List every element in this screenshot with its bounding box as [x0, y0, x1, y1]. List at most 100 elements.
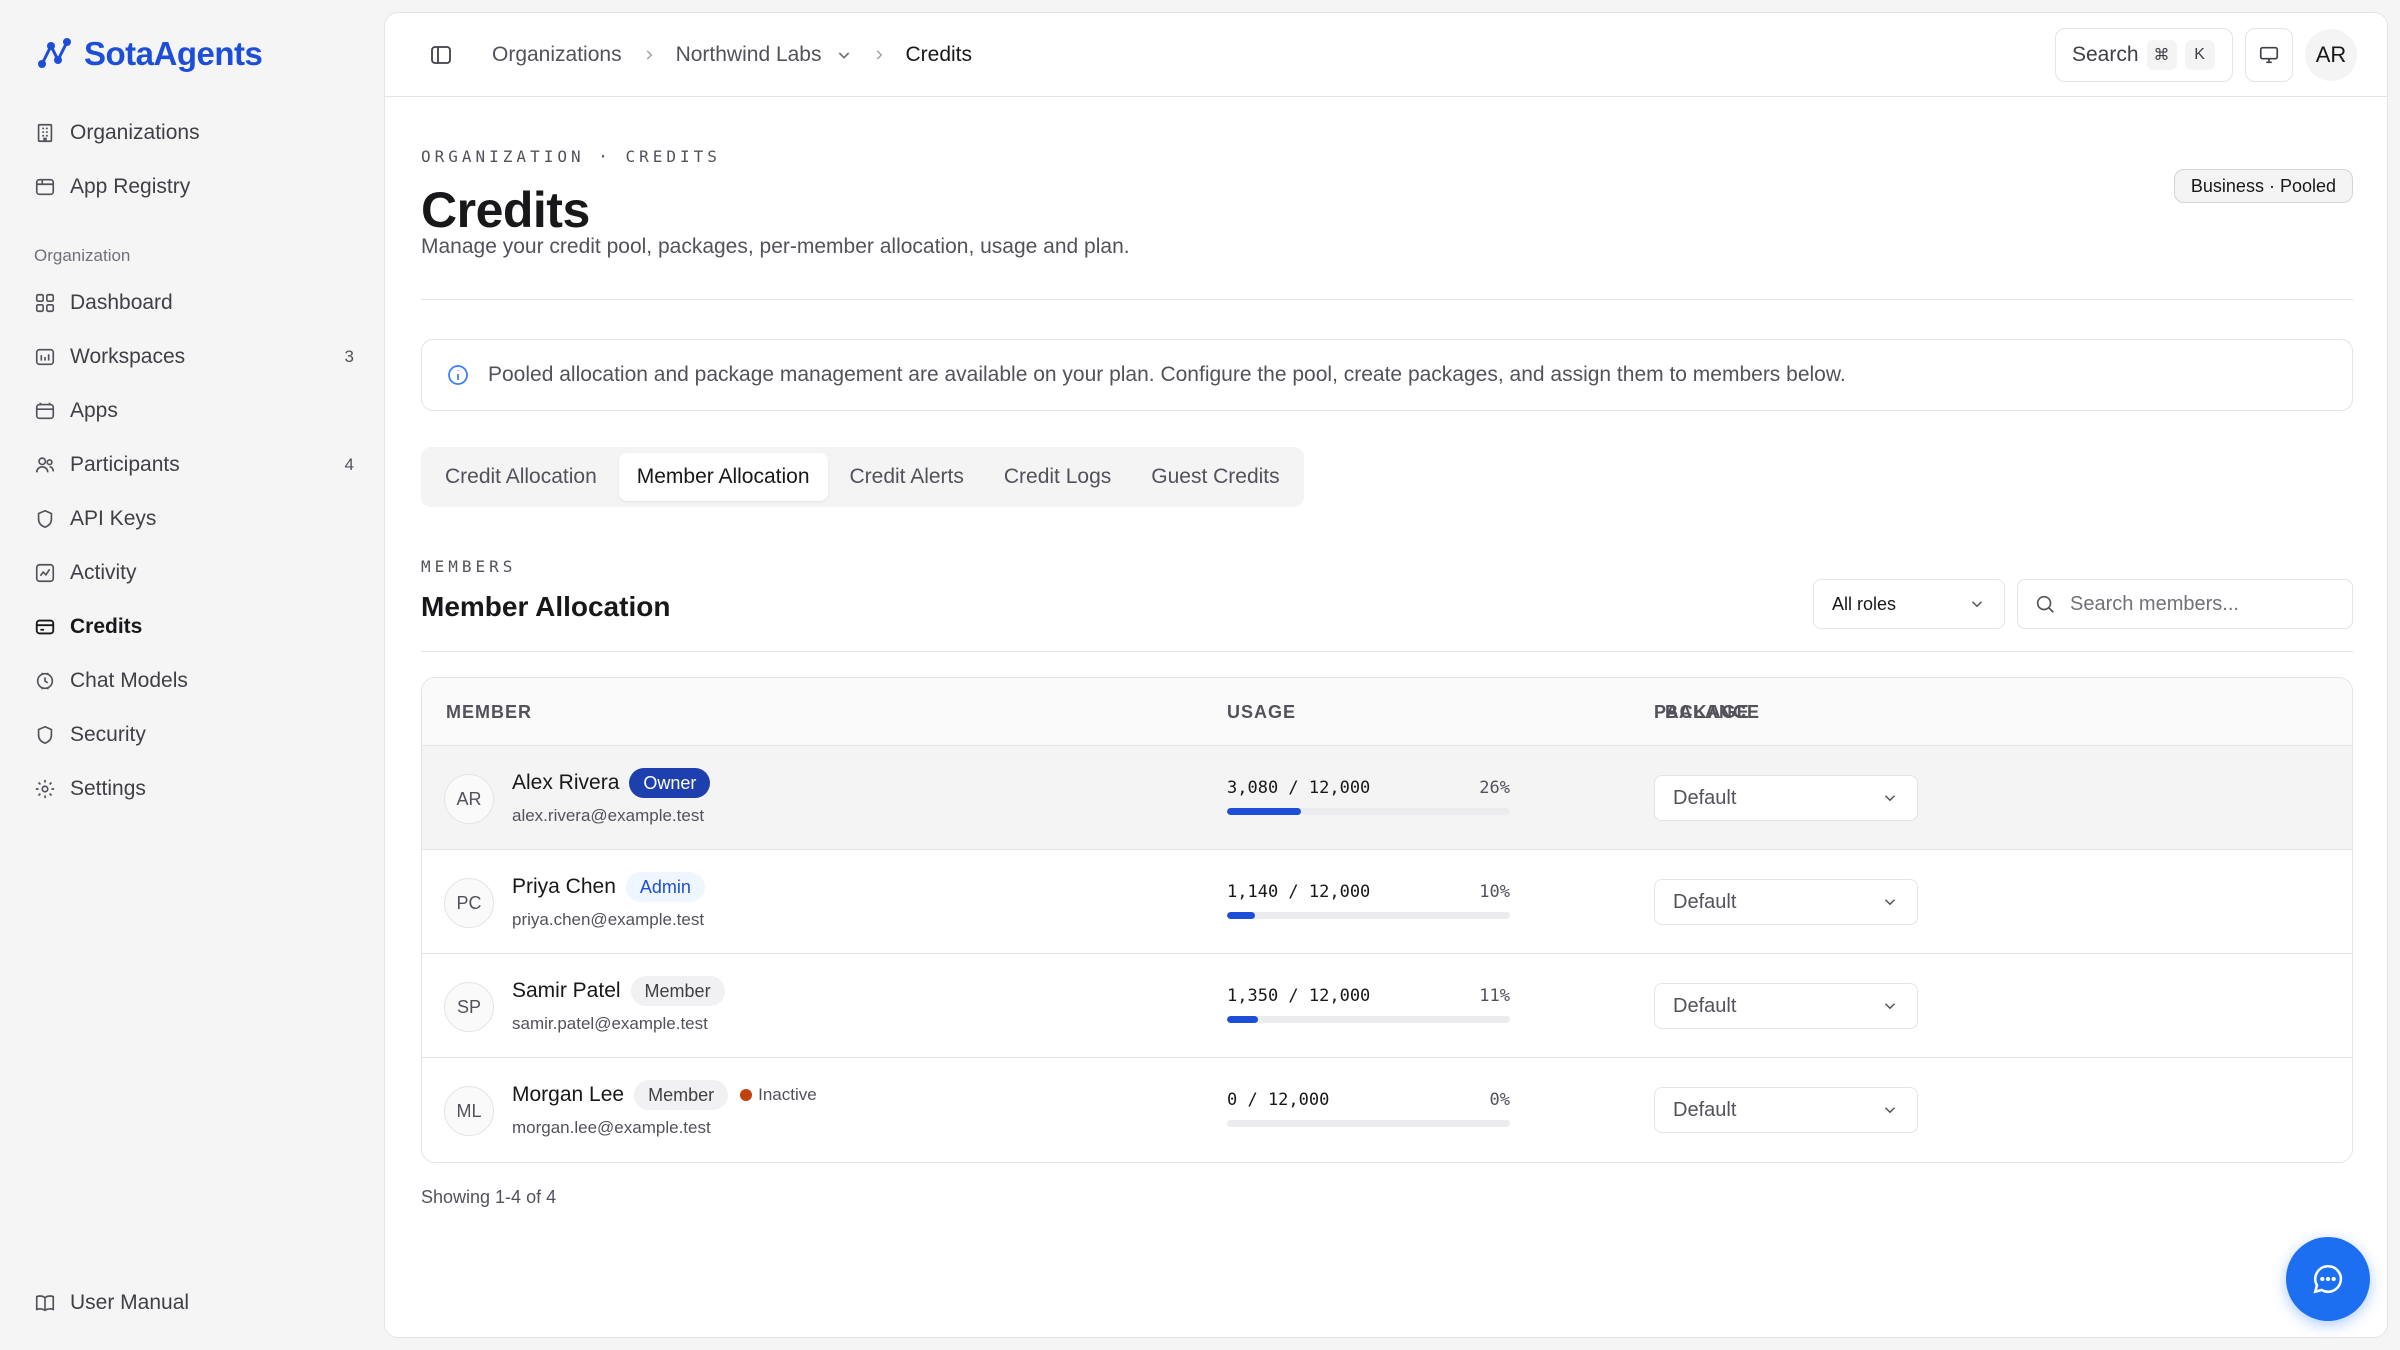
divider [421, 299, 2353, 300]
topbar: Organizations Northwind Labs Credits Sea… [385, 13, 2387, 97]
sidebar-item-label: Organizations [70, 121, 200, 144]
sidebar-item-label: Security [70, 723, 146, 746]
usage-percent: 11% [1479, 986, 1510, 1006]
activity-icon [35, 563, 55, 583]
table-body: AR Alex Rivera Owner alex.rivera@example… [422, 746, 2352, 1162]
member-name: Alex Rivera [512, 771, 620, 794]
chevron-right-icon [646, 50, 652, 60]
tab-credit-logs[interactable]: Credit Logs [986, 453, 1129, 501]
usage-bar-fill [1227, 808, 1301, 815]
sidebar-item-dashboard[interactable]: Dashboard [34, 276, 354, 330]
sidebar-item-label: API Keys [70, 507, 157, 530]
brand-name: SotaAgents [84, 35, 263, 72]
table-row[interactable]: AR Alex Rivera Owner alex.rivera@example… [422, 746, 2352, 850]
search-placeholder: Search members... [2070, 592, 2239, 615]
role-badge: Owner [629, 768, 711, 798]
member-email: alex.rivera@example.test [512, 806, 705, 825]
building-icon [37, 123, 53, 143]
sidebar-item-label: Dashboard [70, 291, 173, 314]
usage-percent: 26% [1479, 778, 1510, 798]
section-eyebrow: MEMBERS [421, 557, 517, 576]
sidebar-item-credits[interactable]: Credits [34, 600, 354, 654]
role-badge: Member [630, 976, 725, 1006]
package-value: Default [1673, 786, 1737, 809]
header-usage: USAGE [1227, 701, 1297, 722]
sidebar-item-label: App Registry [70, 175, 191, 198]
usage-bar [1227, 1120, 1510, 1127]
chat-icon [2313, 1264, 2343, 1294]
sidebar-item-activity[interactable]: Activity [34, 546, 354, 600]
plan-badge: Business · Pooled [2173, 169, 2353, 203]
sidebar-item-security[interactable]: Security [34, 708, 354, 762]
member-name-line: Alex Rivera Owner [512, 768, 711, 798]
sidebar-item-participants[interactable]: Participants 4 [34, 438, 354, 492]
sidebar-item-app-registry[interactable]: App Registry [34, 160, 354, 214]
chat-button[interactable] [2286, 1237, 2370, 1321]
sidebar-item-user-manual[interactable]: User Manual [34, 1276, 354, 1330]
member-name: Priya Chen [512, 875, 616, 898]
sidebar-item-api-keys[interactable]: API Keys [34, 492, 354, 546]
usage-value: 0 / 12,000 [1227, 1090, 1330, 1110]
usage-readout: 1,350 / 12,000 11% [1227, 986, 1510, 1006]
breadcrumb-organizations[interactable]: Organizations [492, 43, 622, 67]
user-avatar[interactable]: AR [2305, 29, 2357, 81]
tab-guest-credits[interactable]: Guest Credits [1133, 453, 1297, 501]
member-name-line: Morgan Lee Member Inactive [512, 1080, 817, 1110]
member-search-input[interactable]: Search members... [2017, 579, 2353, 629]
sidebar: SotaAgents Organizations App Registry Or… [0, 0, 384, 1350]
sidebar-item-apps[interactable]: Apps [34, 384, 354, 438]
global-search-button[interactable]: Search ⌘ K [2055, 28, 2233, 82]
usage-bar [1227, 1016, 1510, 1023]
status-text: Inactive [758, 1085, 817, 1104]
footer-nav: User Manual [34, 1276, 354, 1330]
table-header: MEMBER USAGE BALANCE PACKAGE [422, 678, 2352, 746]
usage-bar [1227, 808, 1510, 815]
chevron-right-icon [876, 50, 882, 60]
breadcrumb-org[interactable]: Northwind Labs [676, 43, 822, 67]
breadcrumb: Organizations Northwind Labs Credits [492, 13, 972, 97]
package-select[interactable]: Default [1654, 983, 1918, 1029]
usage-bar [1227, 912, 1510, 919]
member-name: Samir Patel [512, 979, 621, 1002]
tab-credit-allocation[interactable]: Credit Allocation [427, 453, 615, 501]
chevron-down-icon[interactable] [836, 47, 852, 63]
tab-credit-alerts[interactable]: Credit Alerts [832, 453, 982, 501]
role-badge: Admin [625, 872, 705, 902]
member-avatar: PC [444, 878, 494, 928]
sidebar-toggle-icon[interactable] [429, 43, 453, 67]
chevron-down-icon [1884, 795, 1896, 802]
tab-member-allocation[interactable]: Member Allocation [618, 453, 828, 501]
sidebar-item-chat-models[interactable]: Chat Models [34, 654, 354, 708]
top-nav: Organizations App Registry Organization … [34, 106, 354, 816]
gear-icon [35, 779, 55, 799]
member-avatar: SP [444, 982, 494, 1032]
table-row[interactable]: SP Samir Patel Member samir.patel@exampl… [422, 954, 2352, 1058]
sidebar-item-workspaces[interactable]: Workspaces 3 [34, 330, 354, 384]
credit-card-icon [35, 619, 55, 635]
brand-logo[interactable]: SotaAgents [34, 34, 263, 74]
section-title: Member Allocation [421, 591, 671, 622]
members-table: MEMBER USAGE BALANCE PACKAGE AR Alex Riv… [421, 677, 2353, 1163]
display-button[interactable] [2245, 28, 2293, 82]
member-email: samir.patel@example.test [512, 1014, 708, 1033]
package-select[interactable]: Default [1654, 1087, 1918, 1133]
users-icon [35, 457, 55, 473]
role-filter-select[interactable]: All roles [1813, 579, 2005, 629]
package-select[interactable]: Default [1654, 879, 1918, 925]
table-row[interactable]: PC Priya Chen Admin priya.chen@example.t… [422, 850, 2352, 954]
info-banner: Pooled allocation and package management… [421, 339, 2353, 411]
sidebar-item-label: Activity [70, 561, 137, 584]
sidebar-item-label: User Manual [70, 1291, 190, 1314]
sidebar-item-settings[interactable]: Settings [34, 762, 354, 816]
table-row[interactable]: ML Morgan Lee Member Inactive morgan.lee… [422, 1058, 2352, 1162]
participants-count: 4 [344, 455, 354, 474]
package-value: Default [1673, 1098, 1737, 1121]
package-select[interactable]: Default [1654, 775, 1918, 821]
member-name-line: Samir Patel Member [512, 976, 725, 1006]
status-dot [740, 1089, 753, 1101]
divider [421, 651, 2353, 652]
info-icon [448, 365, 468, 385]
usage-readout: 0 / 12,000 0% [1227, 1090, 1510, 1110]
sidebar-item-organizations[interactable]: Organizations [34, 106, 354, 160]
page-subtitle: Manage your credit pool, packages, per-m… [421, 235, 1130, 258]
